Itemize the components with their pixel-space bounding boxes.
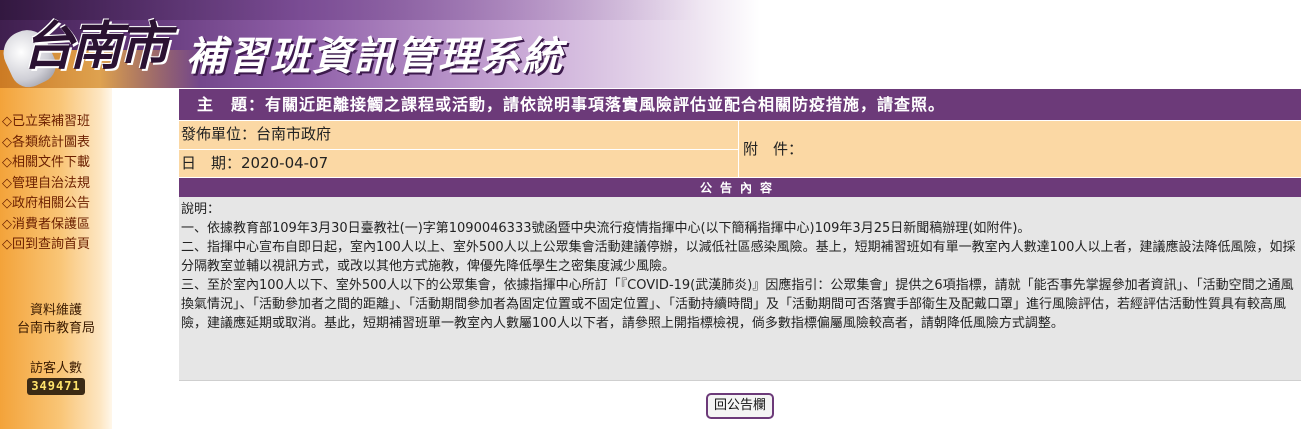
body-paragraph: 說明： [181,202,221,217]
visitor-counter: 訪客人數 349471 [0,360,112,395]
sidebar: ◇已立案補習班 ◇各類統計圖表 ◇相關文件下載 ◇管理自治法規 ◇政府相關公告 … [0,88,112,429]
notice-meta-left: 發佈單位：台南市政府 日 期：2020-04-07 [179,121,739,177]
visitor-count: 349471 [27,378,85,395]
sidebar-item-consumer-protection[interactable]: ◇消費者保護區 [0,215,112,236]
sidebar-item-registered-cram-schools[interactable]: ◇已立案補習班 [0,112,112,133]
header-banner: 台南市 補習班資訊管理系統 [0,0,1301,88]
back-to-bulletin-button[interactable]: 回公告欄 [705,393,774,419]
notice-subject: 主 題：有關近距離接觸之課程或活動，請依說明事項落實風險評估並配合相關防疫措施，… [179,89,1301,121]
section-title: 公告內容 [179,177,1301,197]
body-paragraph: 二、指揮中心宣布自即日起，室內100人以上、室外500人以上公眾集會活動建議停辦… [181,240,1296,274]
sidebar-item-regulations[interactable]: ◇管理自治法規 [0,174,112,195]
publish-date: 日 期：2020-04-07 [179,149,738,177]
publisher: 發佈單位：台南市政府 [179,121,738,149]
notice-meta: 發佈單位：台南市政府 日 期：2020-04-07 附 件： [179,121,1301,177]
attachment: 附 件： [739,121,1301,177]
notice-panel: 主 題：有關近距離接觸之課程或活動，請依說明事項落實風險評估並配合相關防疫措施，… [179,89,1301,381]
system-title: 補習班資訊管理系統 [186,34,564,80]
body-paragraph: 一、依據教育部109年3月30日臺教社(一)字第1090046333號函暨中央流… [181,221,1031,236]
city-logo-text: 台南市 [22,16,170,77]
notice-body: 說明： 一、依據教育部109年3月30日臺教社(一)字第1090046333號函… [179,197,1301,381]
sidebar-item-document-downloads[interactable]: ◇相關文件下載 [0,153,112,174]
back-button-wrap: 回公告欄 [179,393,1301,419]
visitor-label: 訪客人數 [29,361,82,376]
body-paragraph: 三、至於室內100人以下、室外500人以下的公眾集會，依據指揮中心所訂「『COV… [181,278,1294,331]
sidebar-nav: ◇已立案補習班 ◇各類統計圖表 ◇相關文件下載 ◇管理自治法規 ◇政府相關公告 … [0,112,112,256]
sidebar-item-statistics-charts[interactable]: ◇各類統計圖表 [0,133,112,154]
maintainer-name: 台南市教育局 [16,321,95,336]
maintainer-info: 資料維護 台南市教育局 [0,302,112,338]
sidebar-item-query-home[interactable]: ◇回到查詢首頁 [0,235,112,256]
sidebar-item-government-announcements[interactable]: ◇政府相關公告 [0,194,112,215]
maintainer-label: 資料維護 [29,303,82,318]
